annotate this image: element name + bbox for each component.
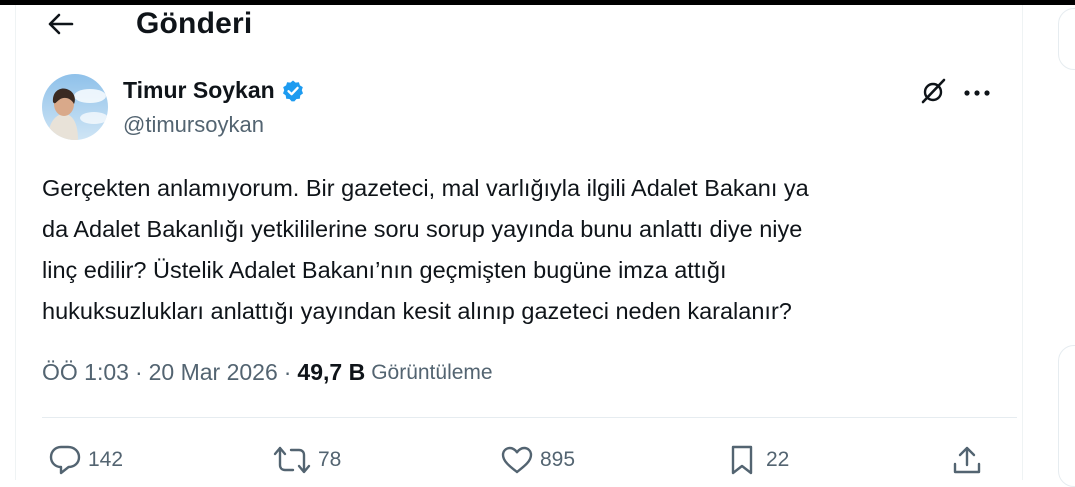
like-count: 895 xyxy=(540,448,576,471)
tweet-meta: ÖÖ 1:03 · 20 Mar 2026 · 49,7 B Görüntüle… xyxy=(42,359,493,386)
grok-button[interactable] xyxy=(916,78,950,108)
back-arrow-icon xyxy=(46,12,74,41)
reply-icon xyxy=(48,444,82,476)
bookmark-icon xyxy=(728,444,756,476)
more-icon xyxy=(963,84,991,102)
tweet-text: Gerçekten anlamıyorum. Bir gazeteci, mal… xyxy=(42,175,809,324)
author-handle[interactable]: @timursoykan xyxy=(123,112,264,138)
top-edge-strip xyxy=(0,0,1075,5)
like-button[interactable]: 895 xyxy=(500,442,575,478)
divider xyxy=(42,417,1017,418)
meta-separator-dot: · xyxy=(283,359,292,385)
reply-button[interactable]: 142 xyxy=(48,442,123,478)
meta-separator: · xyxy=(134,359,143,385)
bookmark-count: 22 xyxy=(766,448,790,471)
back-button[interactable] xyxy=(40,8,80,44)
avatar[interactable] xyxy=(42,74,108,140)
right-sidebar-search-box[interactable] xyxy=(1058,8,1075,70)
column-border-right xyxy=(1022,5,1023,480)
author-name[interactable]: Timur Soykan xyxy=(123,77,275,104)
tweet-date[interactable]: 20 Mar 2026 xyxy=(149,359,278,386)
right-sidebar-panel xyxy=(1058,345,1075,487)
views-count: 49,7 B xyxy=(297,359,366,385)
tweet-time[interactable]: ÖÖ 1:03 xyxy=(42,359,129,386)
repost-button[interactable]: 78 xyxy=(272,442,341,478)
page-title: Gönderi xyxy=(136,7,253,40)
views-label: Görüntüleme xyxy=(371,360,493,384)
share-button[interactable] xyxy=(951,442,983,478)
verified-badge-icon xyxy=(281,79,305,103)
like-icon xyxy=(500,445,534,475)
share-icon xyxy=(951,444,983,476)
reply-count: 142 xyxy=(88,448,124,471)
bookmark-button[interactable]: 22 xyxy=(728,442,789,478)
column-border-left xyxy=(15,5,16,480)
grok-icon xyxy=(919,77,947,110)
repost-icon xyxy=(272,445,312,475)
more-options-button[interactable] xyxy=(958,78,996,108)
repost-count: 78 xyxy=(318,448,342,471)
